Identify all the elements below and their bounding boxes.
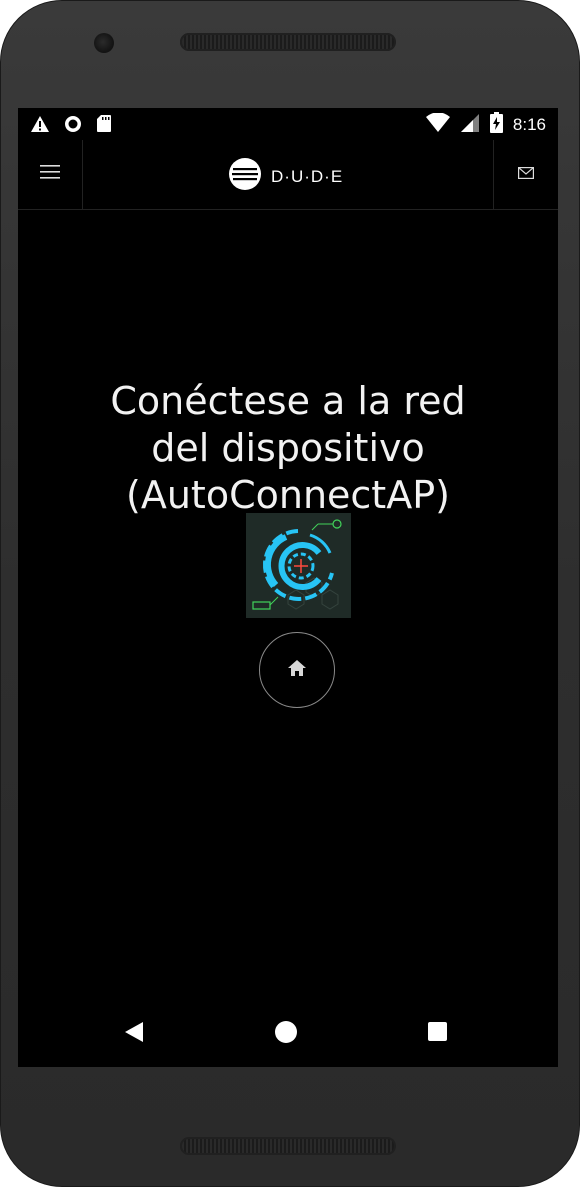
cellular-icon [460,113,480,138]
battery-charging-icon [489,112,503,138]
status-bar: 8:16 [18,108,558,140]
back-icon[interactable] [124,1021,144,1048]
system-nav-bar [18,997,558,1067]
phone-frame: 8:16 D·U·D·E Conéctese a la red del disp… [0,0,580,1187]
home-nav-icon[interactable] [275,1021,297,1043]
brand-text: D·U·D·E [271,166,344,186]
headline-line-3: (AutoConnectAP) [126,473,450,517]
screen: 8:16 D·U·D·E Conéctese a la red del disp… [18,108,558,1067]
front-camera [94,33,114,53]
top-speaker-grille [180,33,396,51]
home-icon [287,659,307,682]
app-bar: D·U·D·E [18,140,558,210]
recents-icon[interactable] [428,1022,447,1041]
wifi-icon [425,111,450,138]
record-icon [64,115,82,138]
bottom-speaker-grille [180,1137,396,1155]
mail-icon [518,166,535,184]
sd-card-icon [96,114,112,138]
brand-logo: D·U·D·E [228,157,343,196]
home-button[interactable] [259,632,335,708]
warning-icon [30,115,50,138]
mail-button[interactable] [493,140,558,209]
menu-button[interactable] [18,140,83,209]
dude-logo-icon [228,157,262,196]
connect-instructions: Conéctese a la red del dispositivo (Auto… [58,378,518,519]
headline-line-1: Conéctese a la red [110,379,466,423]
hud-target-image [246,513,351,618]
headline-line-2: del dispositivo [151,426,425,470]
status-time: 8:16 [512,115,546,134]
hamburger-menu-icon [40,165,60,184]
